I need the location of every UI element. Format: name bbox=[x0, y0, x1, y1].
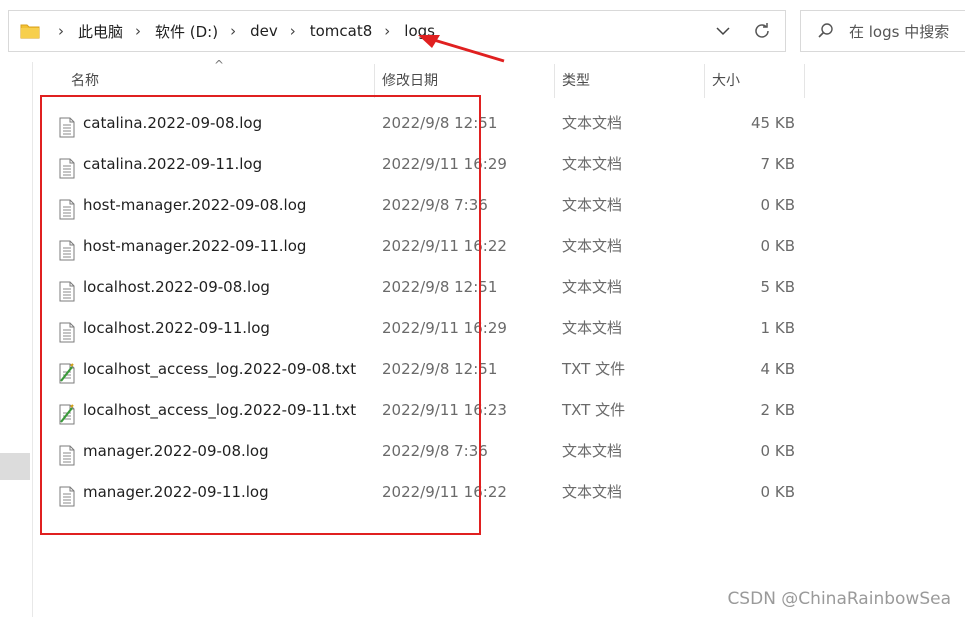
file-type: 文本文档 bbox=[562, 319, 623, 337]
chevron-right-icon[interactable]: › bbox=[384, 22, 390, 40]
file-size: 0 KB bbox=[760, 237, 795, 255]
breadcrumb: › 此电脑 › 软件 (D:) › dev › tomcat8 › logs bbox=[46, 21, 435, 42]
breadcrumb-dev[interactable]: dev bbox=[250, 22, 278, 40]
file-size: 4 KB bbox=[760, 360, 795, 378]
file-size: 0 KB bbox=[760, 442, 795, 460]
breadcrumb-drive-d[interactable]: 软件 (D:) bbox=[155, 21, 218, 42]
column-divider[interactable] bbox=[704, 64, 705, 98]
file-size: 0 KB bbox=[760, 483, 795, 501]
file-type: 文本文档 bbox=[562, 114, 623, 132]
sort-ascending-icon: ^ bbox=[214, 58, 225, 72]
folder-icon bbox=[20, 23, 40, 39]
file-size: 45 KB bbox=[751, 114, 795, 132]
search-placeholder[interactable]: 在 logs 中搜索 bbox=[849, 21, 949, 42]
address-bar[interactable]: › 此电脑 › 软件 (D:) › dev › tomcat8 › logs bbox=[8, 10, 786, 52]
navigation-pane[interactable] bbox=[0, 62, 33, 617]
column-divider[interactable] bbox=[374, 64, 375, 98]
chevron-down-icon[interactable] bbox=[713, 21, 733, 41]
column-header: ^ 名称 修改日期 类型 大小 bbox=[33, 58, 833, 98]
file-type: 文本文档 bbox=[562, 196, 623, 214]
file-size: 0 KB bbox=[760, 196, 795, 214]
file-size: 5 KB bbox=[760, 278, 795, 296]
file-type: 文本文档 bbox=[562, 278, 623, 296]
file-size: 1 KB bbox=[760, 319, 795, 337]
file-type: 文本文档 bbox=[562, 442, 623, 460]
column-date[interactable]: 修改日期 bbox=[382, 62, 438, 98]
breadcrumb-tomcat8[interactable]: tomcat8 bbox=[310, 22, 373, 40]
column-divider[interactable] bbox=[554, 64, 555, 98]
breadcrumb-this-pc[interactable]: 此电脑 bbox=[78, 21, 123, 42]
file-size: 7 KB bbox=[760, 155, 795, 173]
search-box[interactable]: 在 logs 中搜索 bbox=[800, 10, 965, 52]
column-divider[interactable] bbox=[804, 64, 805, 98]
file-type: 文本文档 bbox=[562, 237, 623, 255]
chevron-right-icon[interactable]: › bbox=[135, 22, 141, 40]
chevron-right-icon[interactable]: › bbox=[230, 22, 236, 40]
annotation-arrow-icon bbox=[418, 35, 505, 63]
file-type: 文本文档 bbox=[562, 155, 623, 173]
file-type: TXT 文件 bbox=[562, 360, 626, 378]
refresh-icon[interactable] bbox=[751, 20, 773, 42]
navigation-selected-item[interactable] bbox=[0, 453, 30, 480]
chevron-right-icon[interactable]: › bbox=[58, 22, 64, 40]
chevron-right-icon[interactable]: › bbox=[290, 22, 296, 40]
search-icon bbox=[818, 23, 833, 38]
file-size: 2 KB bbox=[760, 401, 795, 419]
watermark: CSDN @ChinaRainbowSea bbox=[727, 589, 951, 609]
column-size[interactable]: 大小 bbox=[712, 62, 740, 98]
annotation-highlight-box bbox=[40, 95, 481, 535]
column-type[interactable]: 类型 bbox=[562, 62, 590, 98]
file-type: 文本文档 bbox=[562, 483, 623, 501]
column-name[interactable]: 名称 bbox=[71, 62, 99, 98]
file-type: TXT 文件 bbox=[562, 401, 626, 419]
